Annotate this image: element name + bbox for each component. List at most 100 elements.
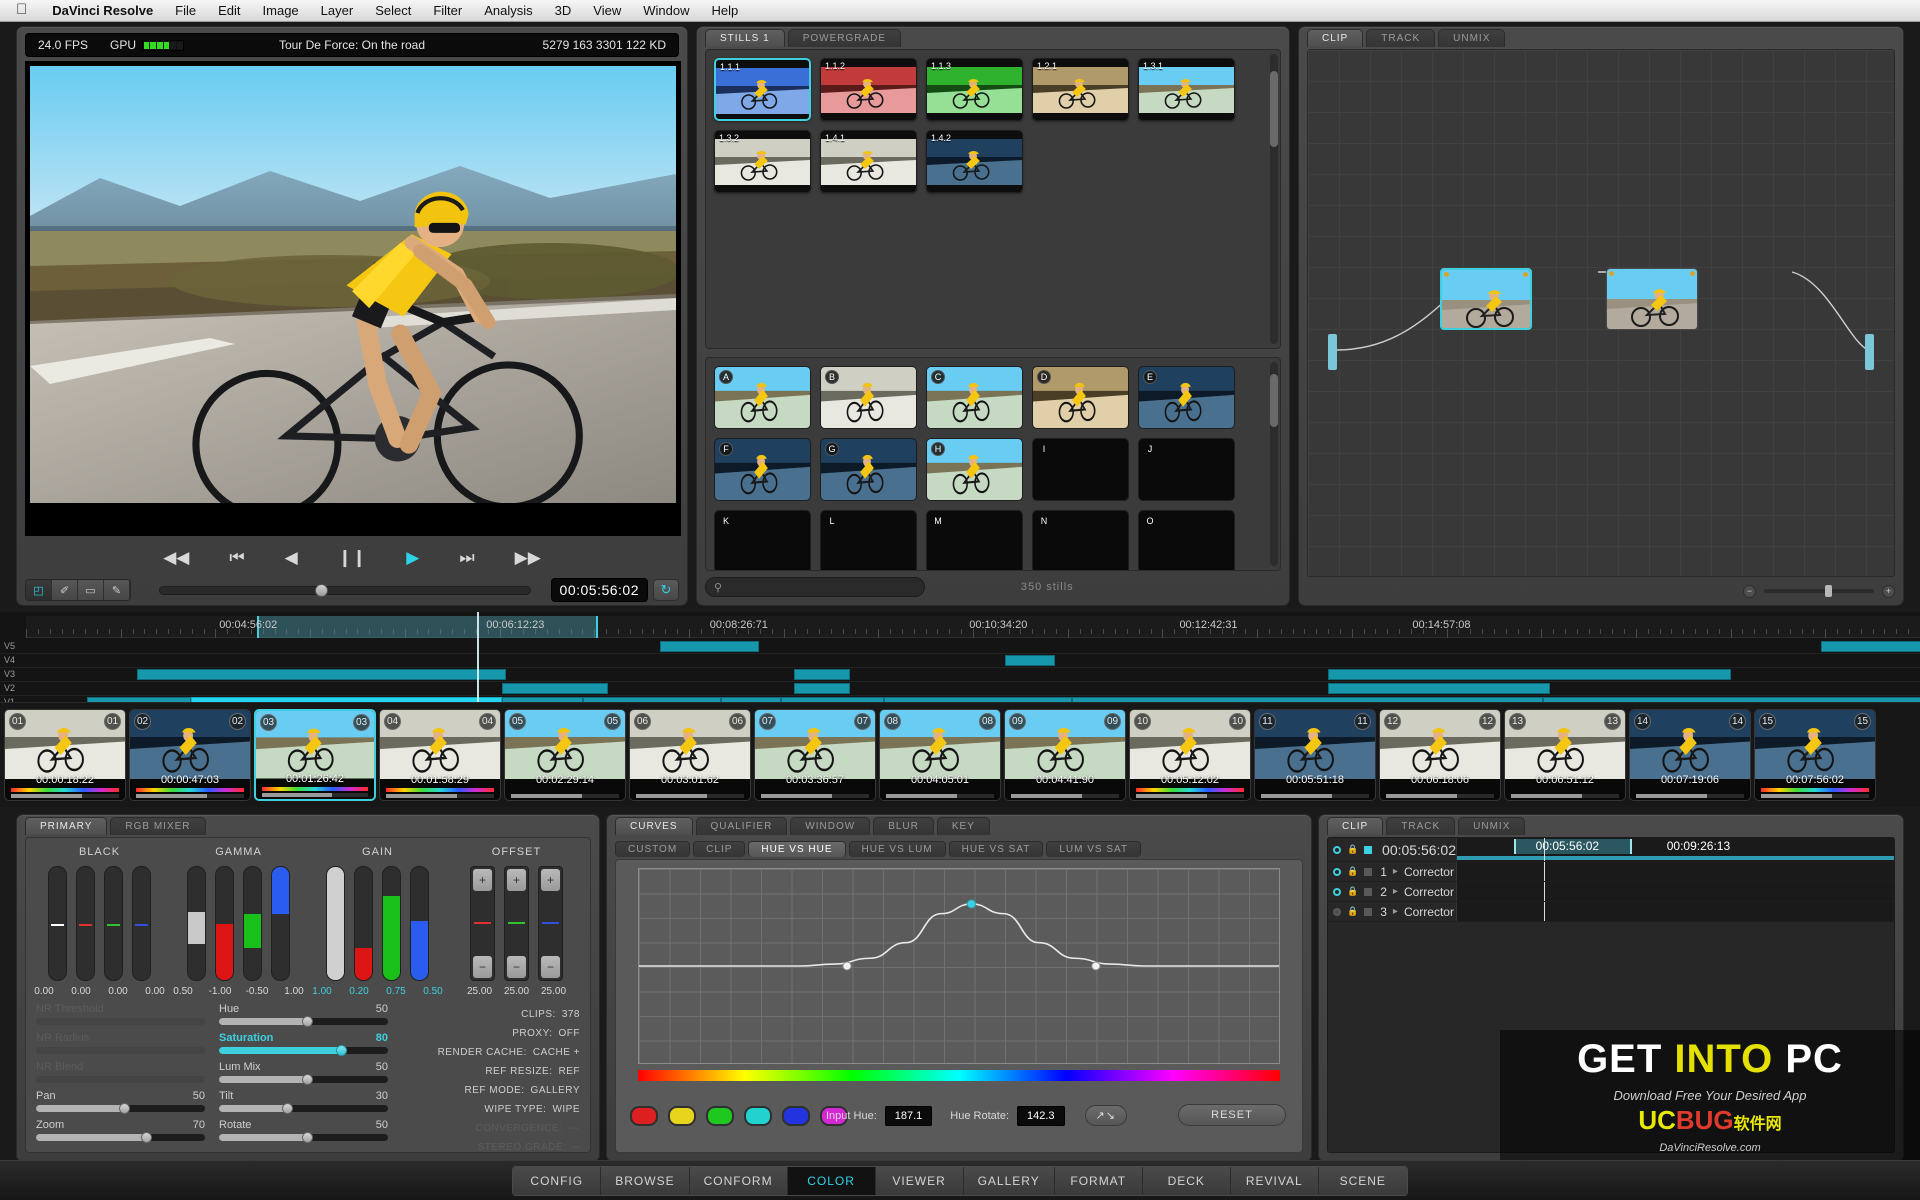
color-slider[interactable] bbox=[382, 866, 401, 981]
timeline-tracks[interactable]: V5V4V3V2V1 bbox=[0, 612, 1920, 710]
hue-swatch-5[interactable] bbox=[782, 1106, 810, 1126]
keyframe-mode-icon[interactable] bbox=[1364, 845, 1373, 854]
menu-item-window[interactable]: Window bbox=[632, 0, 700, 22]
tab-blur[interactable]: BLUR bbox=[873, 817, 934, 835]
filmstrip-clip[interactable]: 13 13 00:06:51:12 bbox=[1504, 709, 1626, 801]
tab-curves[interactable]: CURVES bbox=[615, 817, 693, 835]
keyframe-playhead[interactable] bbox=[1544, 838, 1546, 861]
node-1[interactable]: 1 bbox=[1440, 268, 1532, 330]
curve-control-point-1[interactable] bbox=[842, 961, 852, 971]
keyframes-tabstrip[interactable]: CLIP TRACK UNMIX bbox=[1319, 815, 1903, 835]
hue-swatch-3[interactable] bbox=[706, 1106, 734, 1126]
pause-button[interactable]: ❙❙ bbox=[338, 548, 367, 568]
filmstrip-clip[interactable]: 01 01 00:00:18:22 bbox=[4, 709, 126, 801]
gallery-tabstrip[interactable]: STILLS 1 POWERGRADE bbox=[697, 27, 1289, 47]
offset-stepper[interactable]: + − bbox=[538, 866, 563, 981]
memory-slot[interactable]: A bbox=[714, 366, 811, 429]
tab-powergrade[interactable]: POWERGRADE bbox=[787, 29, 902, 47]
lock-icon[interactable]: 🔒 bbox=[1347, 866, 1358, 877]
slider-row-rotate[interactable]: Rotate 50 bbox=[219, 1119, 388, 1143]
filmstrip-clip[interactable]: 10 10 00:05:12:02 bbox=[1129, 709, 1251, 801]
hue-rotate-value[interactable]: 142.3 bbox=[1017, 1105, 1065, 1126]
tab-clip[interactable]: CLIP bbox=[1307, 29, 1364, 47]
fast-rewind-button[interactable]: ◀◀ bbox=[163, 548, 189, 568]
timeline-clip[interactable] bbox=[1327, 669, 1731, 680]
filmstrip-clip[interactable]: 04 04 00:01:58:29 bbox=[379, 709, 501, 801]
reset-button[interactable]: RESET bbox=[1178, 1104, 1286, 1126]
tab-qualifier[interactable]: QUALIFIER bbox=[695, 817, 788, 835]
node-canvas[interactable]: 1 2 bbox=[1307, 49, 1895, 577]
keyframe-mode-icon[interactable] bbox=[1364, 887, 1373, 896]
keyframe-track[interactable] bbox=[1456, 902, 1894, 921]
page-tab-browse[interactable]: BROWSE bbox=[601, 1166, 690, 1195]
slider-row-zoom[interactable]: Zoom 70 bbox=[36, 1119, 205, 1143]
zoom-in-icon[interactable]: + bbox=[1882, 584, 1895, 598]
menu-item-layer[interactable]: Layer bbox=[310, 0, 365, 22]
memory-slot[interactable]: G bbox=[820, 438, 917, 501]
keyframe-row-controls[interactable]: 🔒 1 ▸ Corrector bbox=[1328, 865, 1456, 879]
filmstrip-clip[interactable]: 02 02 00:00:47:03 bbox=[129, 709, 251, 801]
slider-track[interactable] bbox=[36, 1132, 205, 1143]
play-button[interactable]: ▶ bbox=[406, 548, 419, 568]
filmstrip-clip[interactable]: 06 06 00:03:01:62 bbox=[629, 709, 751, 801]
subtab-clip[interactable]: CLIP bbox=[693, 841, 746, 857]
input-hue-value[interactable]: 187.1 bbox=[884, 1105, 933, 1126]
color-slider[interactable] bbox=[132, 866, 151, 981]
memory-slot[interactable]: N bbox=[1032, 510, 1129, 570]
wheel-group-black[interactable]: BLACK 0.00 0.00 0.00 0.00 bbox=[30, 846, 169, 997]
filmstrip-clip[interactable]: 09 09 00:04:41:90 bbox=[1004, 709, 1126, 801]
timeline-clip[interactable] bbox=[137, 669, 506, 680]
wheel-group-gamma[interactable]: GAMMA 0.50 -1.00 -0.50 1.00 bbox=[169, 846, 308, 997]
slider-track[interactable] bbox=[36, 1018, 205, 1025]
timeline-clip[interactable] bbox=[659, 641, 760, 652]
memory-slot[interactable]: M bbox=[926, 510, 1023, 570]
slider-track[interactable] bbox=[219, 1103, 388, 1114]
page-tab-gallery[interactable]: GALLERY bbox=[963, 1166, 1055, 1195]
tab-unmix[interactable]: UNMIX bbox=[1438, 29, 1506, 47]
color-slider[interactable] bbox=[215, 866, 234, 981]
page-tab-deck[interactable]: DECK bbox=[1142, 1166, 1231, 1195]
page-tab-viewer[interactable]: VIEWER bbox=[875, 1166, 964, 1195]
search-input[interactable]: ⚲ bbox=[705, 577, 925, 597]
color-slider[interactable] bbox=[354, 866, 373, 981]
page-tab-revival[interactable]: REVIVAL bbox=[1230, 1166, 1319, 1195]
keyframe-master-row[interactable]: 🔒 00:05:56:02 00:05:56:02 00:09:26:13 bbox=[1328, 838, 1894, 862]
memory-slot[interactable]: L bbox=[820, 510, 917, 570]
memory-slot[interactable]: C bbox=[926, 366, 1023, 429]
scrubber-knob[interactable] bbox=[315, 583, 329, 597]
keyframe-playhead[interactable] bbox=[1544, 882, 1546, 901]
offset-minus-button[interactable]: − bbox=[507, 956, 526, 978]
timeline-panel[interactable]: 00:04:56:02 00:06:12:23 00:08:26:71 00:10:3… bbox=[0, 612, 1920, 710]
tab-key[interactable]: KEY bbox=[936, 817, 990, 835]
timeline-ruler[interactable]: 00:04:56:02 00:06:12:23 00:08:26:71 00:10:3… bbox=[26, 616, 1920, 638]
color-slider[interactable] bbox=[76, 866, 95, 981]
slider-row-tilt[interactable]: Tilt 30 bbox=[219, 1090, 388, 1114]
still-thumbnail[interactable]: 1.1.3 bbox=[926, 58, 1023, 121]
curve-control-point-3[interactable] bbox=[1091, 961, 1101, 971]
tab-stills-1[interactable]: STILLS 1 bbox=[705, 29, 785, 47]
fast-forward-button[interactable]: ▶▶ bbox=[515, 548, 541, 568]
menu-item-file[interactable]: File bbox=[164, 0, 207, 22]
jump-to-end-button[interactable]: ⏭ bbox=[459, 548, 474, 568]
slider-row-nr-threshold[interactable]: NR Threshold bbox=[36, 1003, 205, 1025]
offset-minus-button[interactable]: − bbox=[541, 956, 560, 978]
slider-track[interactable] bbox=[36, 1076, 205, 1083]
tab-window[interactable]: WINDOW bbox=[790, 817, 871, 835]
keyframe-row-controls[interactable]: 🔒 00:05:56:02 bbox=[1328, 842, 1456, 858]
transport-controls[interactable]: ◀◀ ⏮ ◀ ❙❙ ▶ ⏭ ▶▶ bbox=[17, 543, 687, 573]
color-slider[interactable] bbox=[243, 866, 262, 981]
keyframe-row-controls[interactable]: 🔒 3 ▸ Corrector bbox=[1328, 905, 1456, 919]
keyframe-track[interactable] bbox=[1456, 862, 1894, 881]
timeline-track-V2[interactable]: V2 bbox=[0, 682, 1920, 696]
enable-toggle[interactable] bbox=[1333, 887, 1341, 896]
slider-row-nr-radius[interactable]: NR Radius bbox=[36, 1032, 205, 1054]
timeline-clip[interactable] bbox=[794, 669, 850, 680]
curve-controls[interactable]: Input Hue: 187.1 Hue Rotate: 142.3 ↗↘ bbox=[826, 1105, 1127, 1126]
offset-plus-button[interactable]: + bbox=[507, 869, 526, 891]
memory-slot[interactable]: D bbox=[1032, 366, 1129, 429]
apple-icon[interactable]:  bbox=[10, 1, 41, 20]
color-slider[interactable] bbox=[271, 866, 290, 981]
filmstrip[interactable]: 01 01 00:00:18:22 02 02 00:00:47:03 03 03 00:01:… bbox=[0, 702, 1920, 807]
node-tabstrip[interactable]: CLIP TRACK UNMIX bbox=[1299, 27, 1903, 47]
timeline-playhead[interactable] bbox=[477, 612, 480, 702]
